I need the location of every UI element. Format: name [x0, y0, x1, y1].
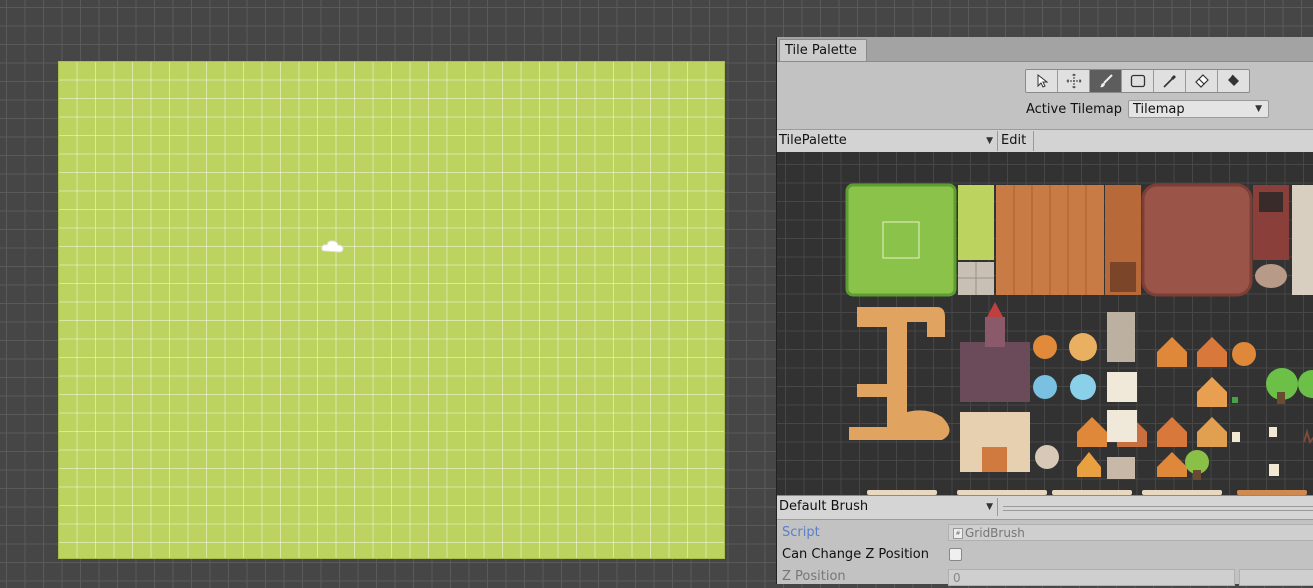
- tile-palette-window: Tile Palette Active Tilemap Tilemap ▼ Ti…: [776, 37, 1313, 586]
- brush-bar-divider: [1003, 506, 1313, 511]
- brush-dropdown[interactable]: Default Brush ▼: [779, 498, 998, 516]
- edit-button[interactable]: Edit: [999, 131, 1034, 151]
- dirt-path-tile: [849, 307, 950, 440]
- script-value: GridBrush: [965, 526, 1025, 540]
- grass-tile: [845, 183, 957, 297]
- pointer-icon: [1037, 74, 1048, 88]
- script-file-icon: #: [953, 528, 963, 539]
- z-position-row: Z Position 0: [777, 566, 1313, 588]
- move-arrows-icon: [1066, 73, 1081, 89]
- can-change-z-checkbox[interactable]: [949, 548, 962, 561]
- castle-sprite: [960, 342, 1030, 402]
- scene-tilemap[interactable]: [58, 61, 725, 559]
- can-change-z-row: Can Change Z Position: [777, 544, 1313, 566]
- palette-dropdown[interactable]: TilePalette ▼: [779, 131, 998, 151]
- light-grass-tile: [958, 185, 994, 260]
- rug-tile: [1141, 183, 1253, 297]
- tile-toolbar: [1025, 69, 1250, 93]
- rock-tile: [1255, 264, 1287, 288]
- chevron-down-icon: ▼: [986, 136, 993, 146]
- z-position-reset-field[interactable]: [1239, 569, 1313, 586]
- active-tilemap-row: Active Tilemap Tilemap ▼: [1026, 100, 1269, 118]
- fill-tool-button[interactable]: [1218, 70, 1249, 92]
- paint-bucket-icon: [1227, 74, 1239, 86]
- paint-tool-button[interactable]: [1090, 70, 1122, 92]
- erase-tool-button[interactable]: [1186, 70, 1218, 92]
- script-label: Script: [782, 525, 820, 540]
- can-change-z-label: Can Change Z Position: [782, 547, 929, 562]
- palette-name: TilePalette: [779, 133, 847, 148]
- palette-tile-grid[interactable]: [777, 152, 1313, 495]
- chevron-down-icon: ▼: [1255, 104, 1262, 114]
- active-tilemap-label: Active Tilemap: [1026, 101, 1122, 117]
- active-tilemap-value: Tilemap: [1133, 102, 1185, 117]
- select-tool-button[interactable]: [1026, 70, 1058, 92]
- cloud-icon: [321, 240, 344, 253]
- active-tilemap-dropdown[interactable]: Tilemap ▼: [1128, 100, 1269, 118]
- box-fill-tool-button[interactable]: [1122, 70, 1154, 92]
- z-position-label: Z Position: [782, 569, 846, 584]
- brush-name: Default Brush: [779, 499, 869, 514]
- chevron-down-icon: ▼: [986, 502, 993, 512]
- eraser-icon: [1194, 74, 1209, 88]
- tile-sprites: [845, 183, 1313, 495]
- picker-tool-button[interactable]: [1154, 70, 1186, 92]
- z-position-field[interactable]: 0: [948, 569, 1235, 586]
- rectangle-icon: [1130, 74, 1145, 88]
- script-row: Script # GridBrush: [777, 522, 1313, 544]
- brush-bar: Default Brush ▼: [777, 495, 1313, 520]
- eyedropper-icon: [1162, 75, 1176, 88]
- move-tool-button[interactable]: [1058, 70, 1090, 92]
- palette-bar: TilePalette ▼ Edit: [777, 129, 1313, 153]
- script-field[interactable]: # GridBrush: [948, 524, 1313, 541]
- tab-strip: Tile Palette: [777, 37, 1313, 62]
- tab-tile-palette[interactable]: Tile Palette: [779, 39, 867, 61]
- paintbrush-icon: [1099, 74, 1113, 88]
- house-sprite: [1033, 335, 1057, 359]
